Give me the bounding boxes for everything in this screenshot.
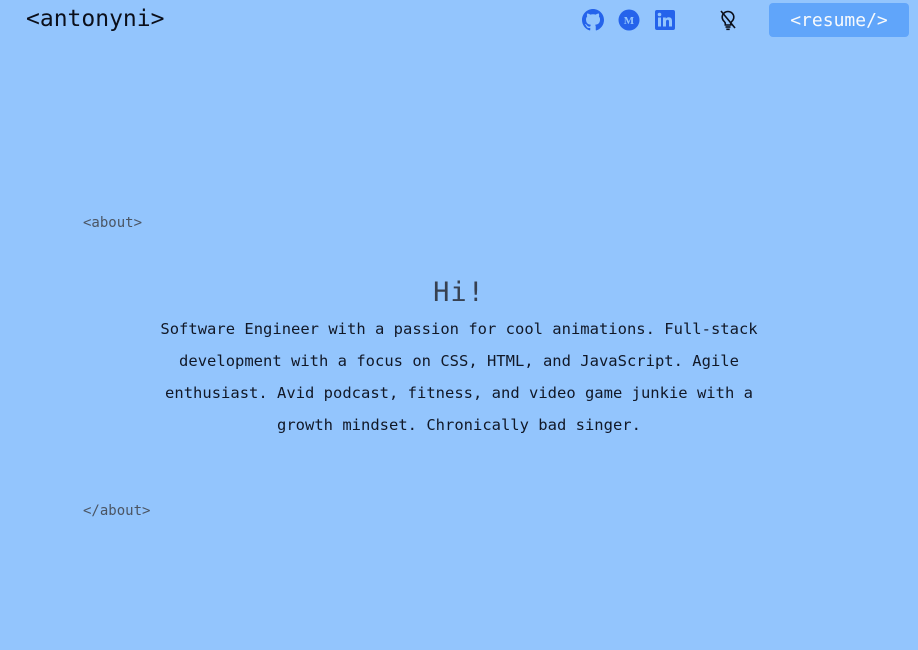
greeting-heading: Hi! bbox=[433, 277, 485, 308]
svg-text:M: M bbox=[624, 15, 635, 27]
lightbulb-icon[interactable] bbox=[717, 9, 739, 31]
site-logo[interactable]: <antonyni> bbox=[26, 6, 164, 32]
medium-icon[interactable]: M bbox=[618, 9, 640, 31]
bio-paragraph: Software Engineer with a passion for coo… bbox=[160, 320, 758, 434]
page: <antonyni> M <resume/> <about> Hi! Softw… bbox=[0, 0, 918, 650]
social-links: M bbox=[582, 9, 739, 31]
github-icon[interactable] bbox=[582, 9, 604, 31]
resume-button[interactable]: <resume/> bbox=[769, 3, 909, 37]
linkedin-icon[interactable] bbox=[654, 9, 676, 31]
about-close-tag: </about> bbox=[83, 503, 151, 519]
about-open-tag: <about> bbox=[83, 215, 143, 231]
